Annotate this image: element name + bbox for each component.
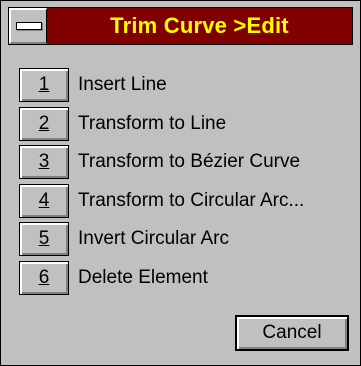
key-button-6[interactable]: 6 [19,260,69,295]
key-button-4[interactable]: 4 [19,183,69,218]
menu-item-label: Transform to Line [78,112,227,134]
menu-item-label: Insert Line [78,74,167,95]
title-bar[interactable]: Trim Curve >Edit [8,7,353,45]
key-button-5[interactable]: 5 [19,222,69,256]
menu-item-label: Delete Element [78,266,208,288]
dialog-title: Trim Curve >Edit [110,13,289,38]
key-button-1[interactable]: 1 [19,68,69,102]
menu-item-label: Invert Circular Arc [78,228,229,249]
menu-item-label: Transform to Bézier Curve [78,151,301,172]
system-menu-icon [16,22,42,30]
trim-curve-edit-dialog: Trim Curve >Edit 1 Insert Line 2 Transfo… [0,0,361,366]
cancel-button[interactable]: Cancel [235,315,349,351]
menu-item-label: Transform to Circular Arc... [78,189,305,211]
key-button-2[interactable]: 2 [19,106,69,141]
key-button-3[interactable]: 3 [19,145,69,179]
system-menu-button[interactable] [9,8,47,44]
